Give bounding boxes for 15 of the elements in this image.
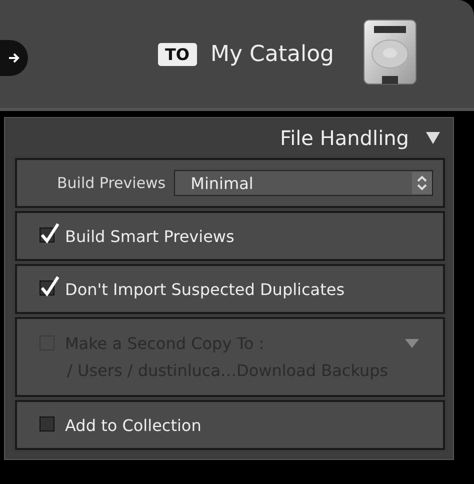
build-previews-label: Build Previews <box>57 174 166 192</box>
previews-select[interactable]: Minimal <box>174 170 433 196</box>
checkbox[interactable] <box>39 275 61 297</box>
arrow-right-icon <box>8 52 20 64</box>
catalog-title[interactable]: My Catalog <box>210 42 334 66</box>
arrow-button[interactable] <box>0 40 28 76</box>
checkbox-label: Add to Collection <box>65 416 202 434</box>
updown-icon <box>412 172 432 194</box>
checkbox-label: Don't Import Suspected Duplicates <box>65 280 345 298</box>
panel-title: File Handling <box>280 126 409 150</box>
checkbox[interactable] <box>39 222 61 244</box>
disclosure-triangle-icon[interactable] <box>425 131 441 145</box>
to-badge: TO <box>158 42 197 66</box>
checkbox-label: Build Smart Previews <box>65 226 234 246</box>
dropdown-triangle-icon[interactable] <box>405 339 419 348</box>
